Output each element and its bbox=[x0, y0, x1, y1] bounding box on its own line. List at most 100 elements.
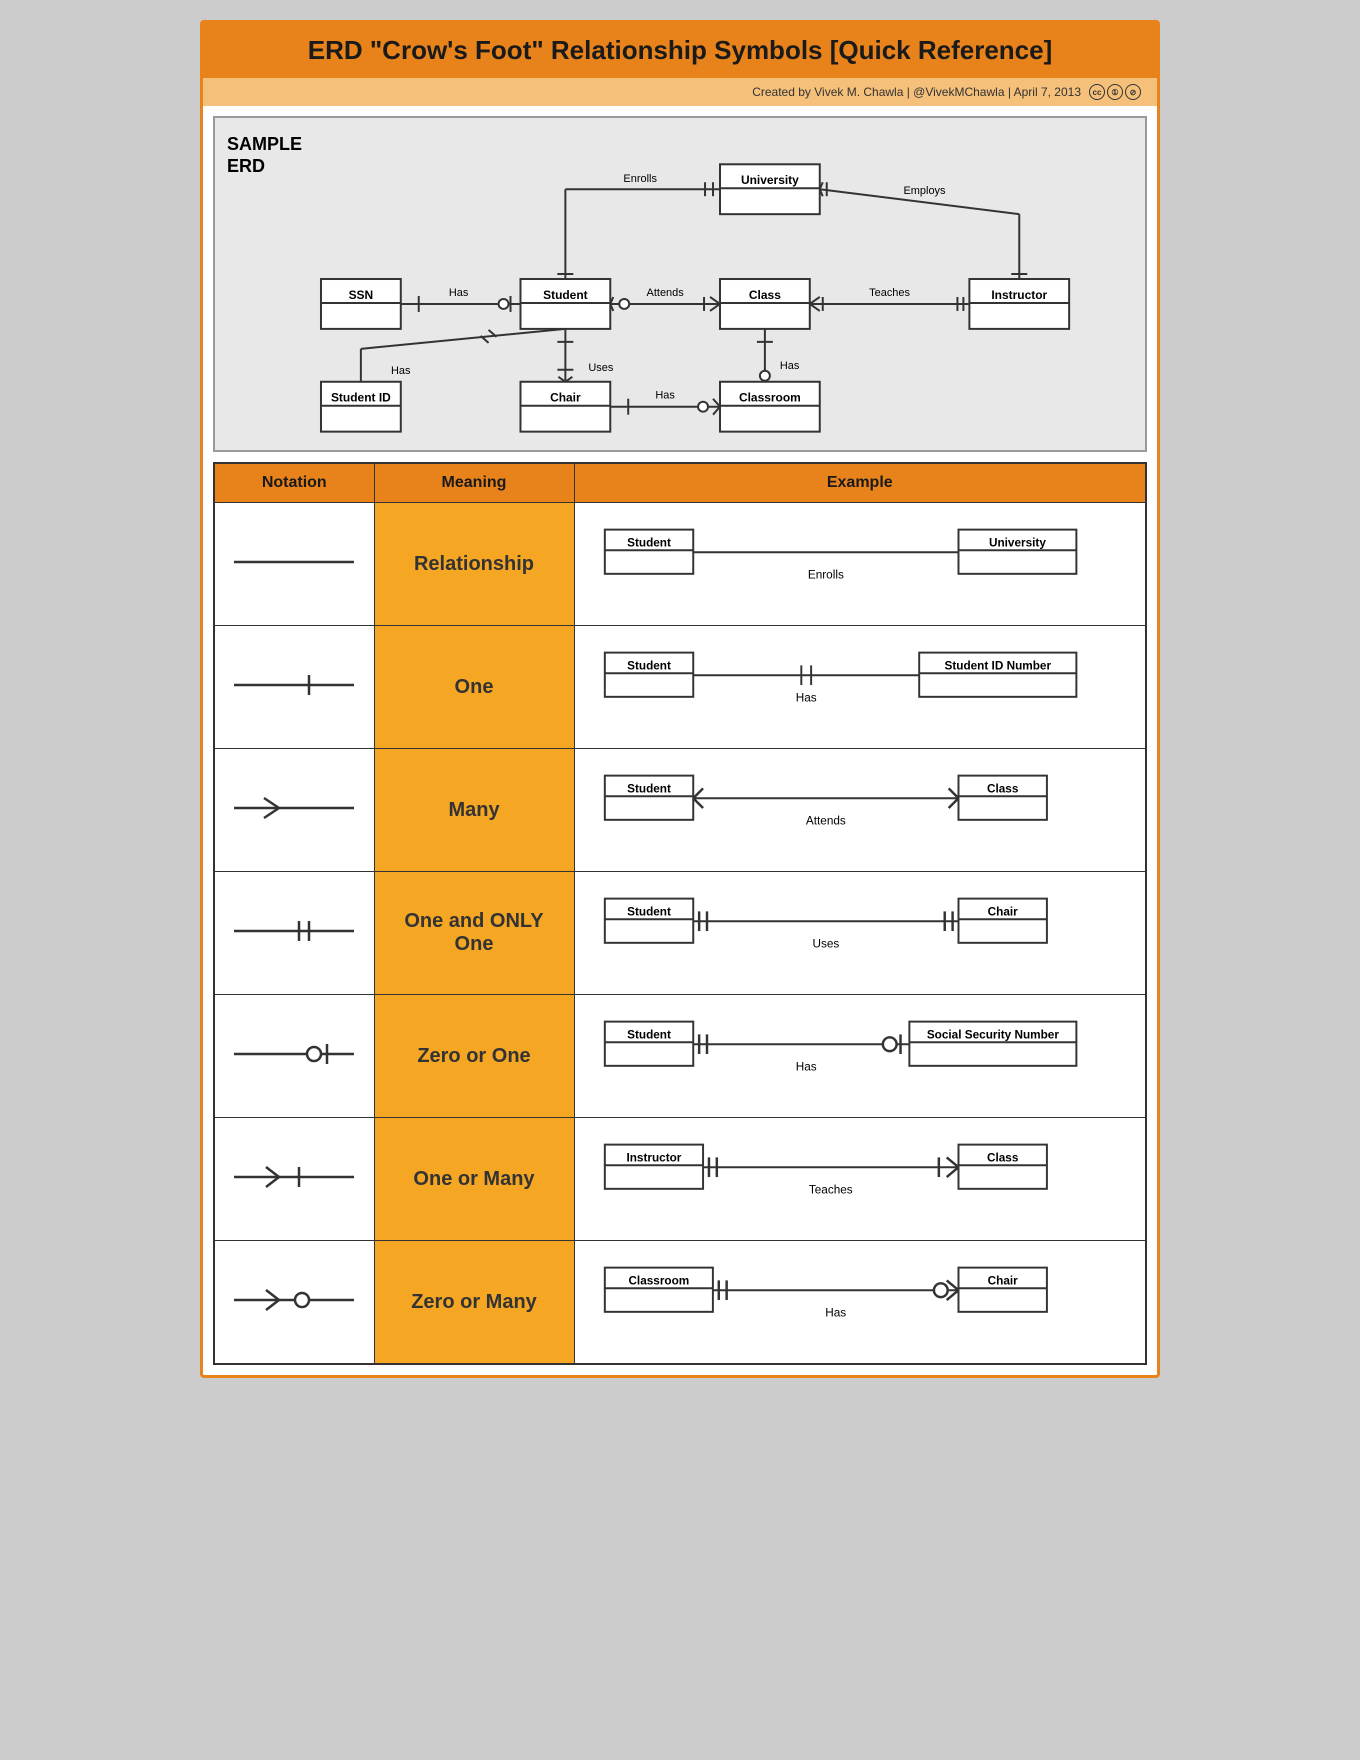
example-one-many-container: Instructor Class bbox=[595, 1134, 1126, 1224]
notation-zero-many-svg bbox=[224, 1270, 364, 1330]
erd-sample-label: SAMPLEERD bbox=[227, 134, 302, 177]
example-relationship: Student University Enrolls bbox=[574, 503, 1146, 626]
svg-text:Social Security Number: Social Security Number bbox=[926, 1028, 1059, 1041]
svg-text:Enrolls: Enrolls bbox=[807, 569, 843, 582]
meaning-one: One bbox=[374, 626, 574, 749]
svg-text:Has: Has bbox=[795, 1061, 816, 1074]
svg-text:SSN: SSN bbox=[349, 288, 374, 302]
meaning-one-many: One or Many bbox=[374, 1118, 574, 1241]
meaning-many: Many bbox=[374, 749, 574, 872]
example-zero-many: Classroom Chair bbox=[574, 1241, 1146, 1365]
erd-canvas: SSN Student ID Student Chair University bbox=[311, 134, 1129, 434]
by-icon: ① bbox=[1107, 84, 1123, 100]
svg-text:Class: Class bbox=[986, 1151, 1018, 1164]
svg-text:Student: Student bbox=[627, 782, 671, 795]
example-many-container: Student Class Attends bbox=[595, 765, 1126, 855]
page-container: ERD "Crow's Foot" Relationship Symbols [… bbox=[200, 20, 1160, 1378]
header-notation: Notation bbox=[214, 463, 374, 503]
table-row: Zero or Many Classroom Chair bbox=[214, 1241, 1146, 1365]
notation-one-many-svg bbox=[224, 1147, 364, 1207]
svg-text:Teaches: Teaches bbox=[808, 1184, 852, 1197]
notation-relationship-svg bbox=[224, 532, 364, 592]
svg-text:Uses: Uses bbox=[812, 938, 839, 951]
svg-text:Student: Student bbox=[627, 1028, 671, 1041]
svg-text:Student: Student bbox=[543, 288, 588, 302]
notation-one bbox=[214, 626, 374, 749]
example-zero-one: Student Social Security Number bbox=[574, 995, 1146, 1118]
svg-text:Has: Has bbox=[795, 692, 816, 705]
notation-one-only bbox=[214, 872, 374, 995]
svg-text:Classroom: Classroom bbox=[628, 1274, 689, 1287]
svg-text:Attends: Attends bbox=[647, 287, 685, 299]
svg-text:Teaches: Teaches bbox=[869, 287, 910, 299]
meaning-zero-one: Zero or One bbox=[374, 995, 574, 1118]
erd-sample-section: SAMPLEERD SSN Student ID Student Cha bbox=[213, 116, 1147, 452]
svg-text:Classroom: Classroom bbox=[739, 391, 801, 405]
svg-text:Attends: Attends bbox=[805, 815, 845, 828]
example-relationship-svg: Student University Enrolls bbox=[595, 519, 1126, 609]
meaning-one-only: One and ONLY One bbox=[374, 872, 574, 995]
notation-zero-one-svg bbox=[224, 1024, 364, 1084]
svg-text:Student: Student bbox=[627, 536, 671, 549]
svg-text:Employs: Employs bbox=[903, 185, 946, 197]
svg-text:University: University bbox=[988, 536, 1045, 549]
notation-many-svg bbox=[224, 778, 364, 838]
example-one-only-container: Student Chair Uses bbox=[595, 888, 1126, 978]
notation-zero-one bbox=[214, 995, 374, 1118]
svg-text:University: University bbox=[741, 173, 799, 187]
example-many: Student Class Attends bbox=[574, 749, 1146, 872]
header-example: Example bbox=[574, 463, 1146, 503]
example-many-svg: Student Class Attends bbox=[595, 765, 1126, 855]
svg-text:Has: Has bbox=[825, 1307, 846, 1320]
table-row: Zero or One Student Social Security Numb… bbox=[214, 995, 1146, 1118]
table-row: One or Many Instructor Class bbox=[214, 1118, 1146, 1241]
svg-text:Has: Has bbox=[449, 287, 469, 299]
example-one: Student Student ID Number Has bbox=[574, 626, 1146, 749]
header-meaning: Meaning bbox=[374, 463, 574, 503]
notation-zero-many bbox=[214, 1241, 374, 1365]
svg-text:Chair: Chair bbox=[550, 391, 581, 405]
notation-one-only-svg bbox=[224, 901, 364, 961]
svg-text:Chair: Chair bbox=[987, 1274, 1017, 1287]
svg-text:Uses: Uses bbox=[588, 362, 614, 374]
example-zero-many-svg: Classroom Chair bbox=[595, 1257, 1126, 1347]
title-bar: ERD "Crow's Foot" Relationship Symbols [… bbox=[203, 23, 1157, 78]
svg-text:Enrolls: Enrolls bbox=[623, 173, 657, 185]
svg-text:Chair: Chair bbox=[987, 905, 1017, 918]
example-one-only: Student Chair Uses bbox=[574, 872, 1146, 995]
svg-text:Class: Class bbox=[749, 288, 781, 302]
table-row: Relationship Student University Enrolls bbox=[214, 503, 1146, 626]
example-zero-one-svg: Student Social Security Number bbox=[595, 1011, 1126, 1101]
table-row: Many Student Class bbox=[214, 749, 1146, 872]
svg-text:Instructor: Instructor bbox=[991, 288, 1047, 302]
svg-text:Instructor: Instructor bbox=[626, 1151, 681, 1164]
meaning-zero-many: Zero or Many bbox=[374, 1241, 574, 1365]
notation-relationship bbox=[214, 503, 374, 626]
svg-text:Student: Student bbox=[627, 905, 671, 918]
example-one-container: Student Student ID Number Has bbox=[595, 642, 1126, 732]
example-zero-many-container: Classroom Chair bbox=[595, 1257, 1126, 1347]
notation-one-many bbox=[214, 1118, 374, 1241]
erd-svg: SSN Student ID Student Chair University bbox=[311, 134, 1129, 434]
nc-icon: ⊘ bbox=[1125, 84, 1141, 100]
notation-one-svg bbox=[224, 655, 364, 715]
svg-text:Has: Has bbox=[655, 390, 675, 402]
credit-text: Created by Vivek M. Chawla | @VivekMChaw… bbox=[752, 85, 1081, 99]
svg-text:Student: Student bbox=[627, 659, 671, 672]
example-relationship-container: Student University Enrolls bbox=[595, 519, 1126, 609]
meaning-relationship: Relationship bbox=[374, 503, 574, 626]
table-row: One Student Student ID Number bbox=[214, 626, 1146, 749]
svg-text:Student ID Number: Student ID Number bbox=[944, 659, 1051, 672]
example-one-many-svg: Instructor Class bbox=[595, 1134, 1126, 1224]
cc-icon: cc bbox=[1089, 84, 1105, 100]
example-one-svg: Student Student ID Number Has bbox=[595, 642, 1126, 732]
svg-text:Student ID: Student ID bbox=[331, 391, 391, 405]
license-icons: cc ① ⊘ bbox=[1089, 84, 1141, 100]
page-title: ERD "Crow's Foot" Relationship Symbols [… bbox=[219, 35, 1141, 66]
example-one-many: Instructor Class bbox=[574, 1118, 1146, 1241]
reference-table: Notation Meaning Example Relationship bbox=[213, 462, 1147, 1365]
svg-text:Class: Class bbox=[986, 782, 1018, 795]
credit-bar: Created by Vivek M. Chawla | @VivekMChaw… bbox=[203, 78, 1157, 106]
example-zero-one-container: Student Social Security Number bbox=[595, 1011, 1126, 1101]
svg-text:Has: Has bbox=[780, 360, 800, 372]
